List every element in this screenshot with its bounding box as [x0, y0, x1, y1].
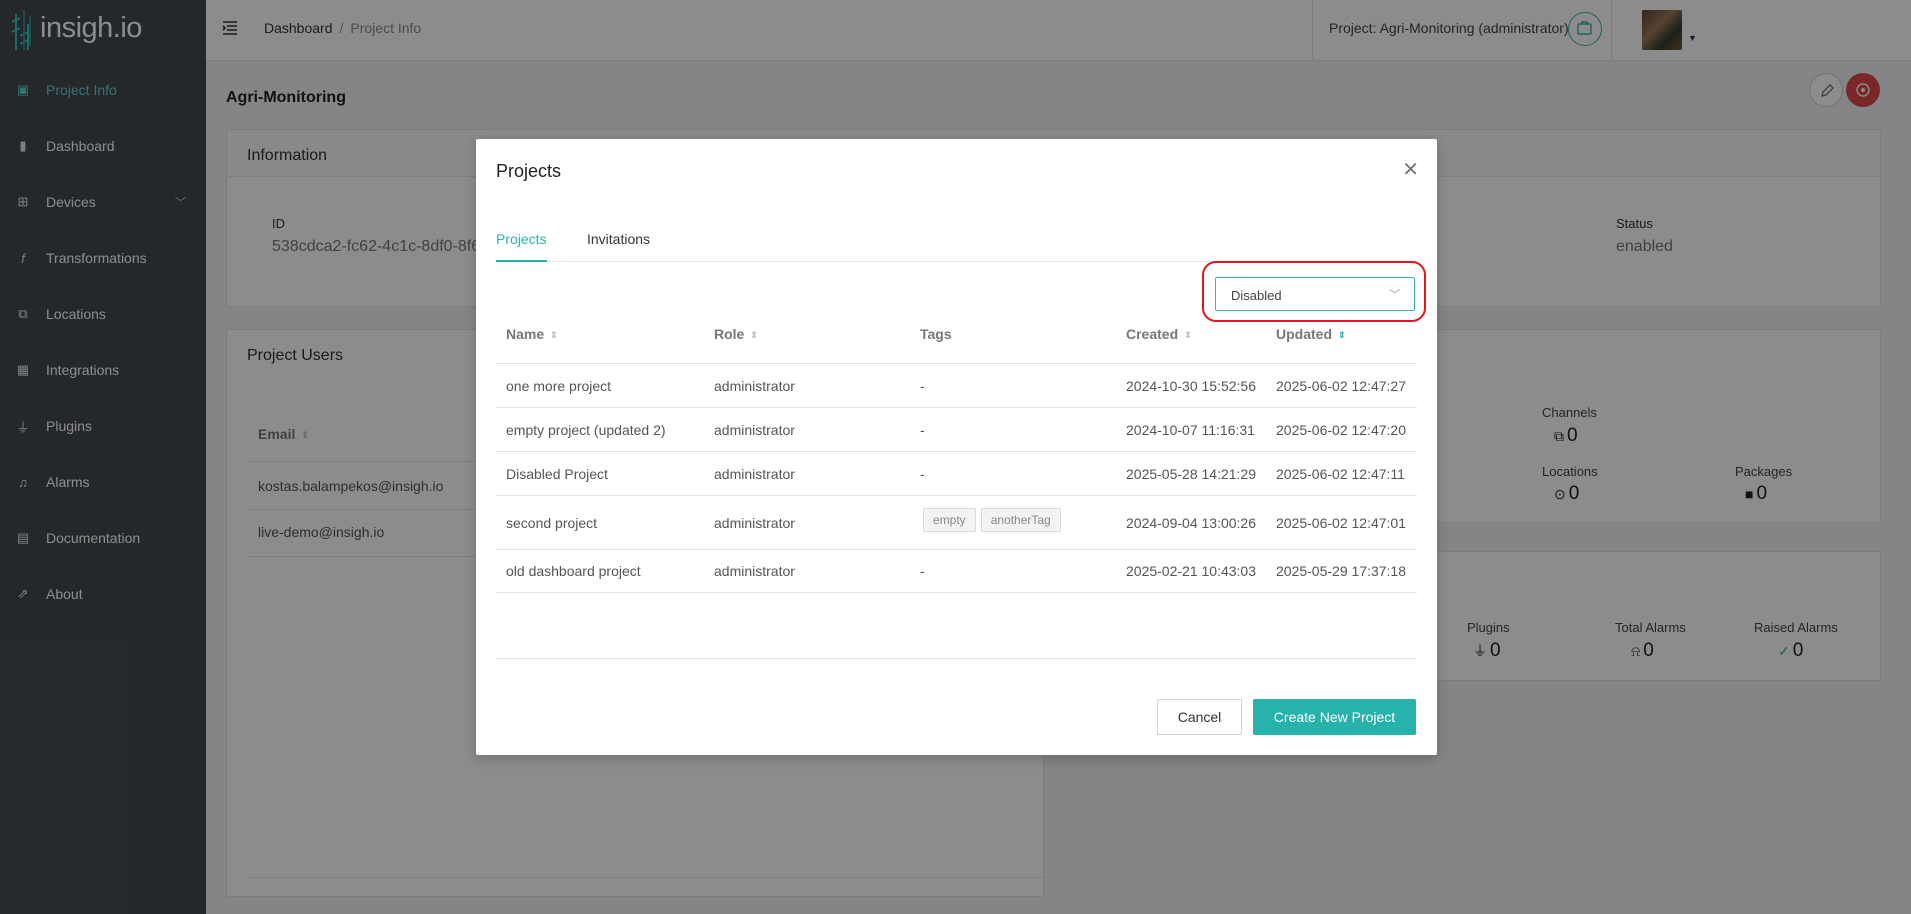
table-row[interactable]: old dashboard project administrator - 20… [496, 549, 1417, 593]
project-created: 2024-10-30 15:52:56 [1126, 378, 1256, 394]
tag: empty [923, 508, 976, 532]
close-icon[interactable]: ✕ [1402, 157, 1419, 182]
sort-icon: ⇕ [1184, 330, 1192, 341]
project-created: 2025-02-21 10:43:03 [1126, 563, 1256, 579]
project-role: administrator [714, 422, 795, 438]
project-updated: 2025-06-02 12:47:20 [1276, 422, 1406, 438]
project-role: administrator [714, 378, 795, 394]
modal-tabs: Projects Invitations [496, 231, 1416, 262]
column-header-role[interactable]: Role ⇕ [714, 326, 758, 342]
project-tags: - [920, 466, 925, 482]
project-updated: 2025-06-02 12:47:27 [1276, 378, 1406, 394]
modal-title: Projects [496, 161, 562, 181]
project-name: one more project [506, 378, 612, 394]
project-tags: - [920, 378, 925, 394]
projects-modal: Projects ✕ Projects Invitations Disabled… [476, 139, 1437, 755]
project-name: empty project (updated 2) [506, 422, 666, 438]
project-name: second project [506, 515, 598, 531]
chevron-down-icon: ﹀ [1389, 289, 1400, 301]
tab-invitations[interactable]: Invitations [587, 231, 650, 255]
project-created: 2025-05-28 14:21:29 [1126, 466, 1256, 482]
table-row[interactable]: Disabled Project administrator - 2025-05… [496, 451, 1417, 495]
project-updated: 2025-06-02 12:47:11 [1276, 466, 1405, 482]
column-header-tags: Tags [920, 326, 952, 342]
project-role: administrator [714, 466, 795, 482]
project-updated: 2025-05-29 17:37:18 [1276, 563, 1406, 579]
column-header-updated[interactable]: Updated ⇕ [1276, 326, 1346, 342]
project-tags: empty anotherTag [923, 508, 1066, 532]
project-name: Disabled Project [506, 466, 608, 482]
project-role: administrator [714, 563, 795, 579]
column-header-created[interactable]: Created ⇕ [1126, 326, 1192, 342]
table-row[interactable]: second project administrator empty anothe… [496, 495, 1417, 549]
column-header-name[interactable]: Name ⇕ [506, 326, 558, 342]
status-filter-value: Disabled [1231, 288, 1282, 303]
project-tags: - [920, 422, 925, 438]
project-tags: - [920, 563, 925, 579]
divider [496, 658, 1417, 659]
project-updated: 2025-06-02 12:47:01 [1276, 515, 1406, 531]
project-created: 2024-09-04 13:00:26 [1126, 515, 1256, 531]
project-name: old dashboard project [506, 563, 641, 579]
create-new-project-button[interactable]: Create New Project [1253, 699, 1416, 735]
project-created: 2024-10-07 11:16:31 [1126, 422, 1255, 438]
table-row[interactable]: empty project (updated 2) administrator … [496, 407, 1417, 451]
tag: anotherTag [980, 508, 1061, 532]
table-row[interactable]: one more project administrator - 2024-10… [496, 363, 1417, 407]
tab-projects[interactable]: Projects [496, 231, 547, 262]
sort-icon: ⇕ [550, 330, 558, 341]
cancel-button[interactable]: Cancel [1157, 699, 1242, 735]
sort-icon: ⇕ [750, 330, 758, 341]
sort-active-icon: ⇕ [1338, 330, 1346, 341]
status-filter-select[interactable]: Disabled ﹀ [1215, 277, 1415, 311]
project-role: administrator [714, 515, 795, 531]
